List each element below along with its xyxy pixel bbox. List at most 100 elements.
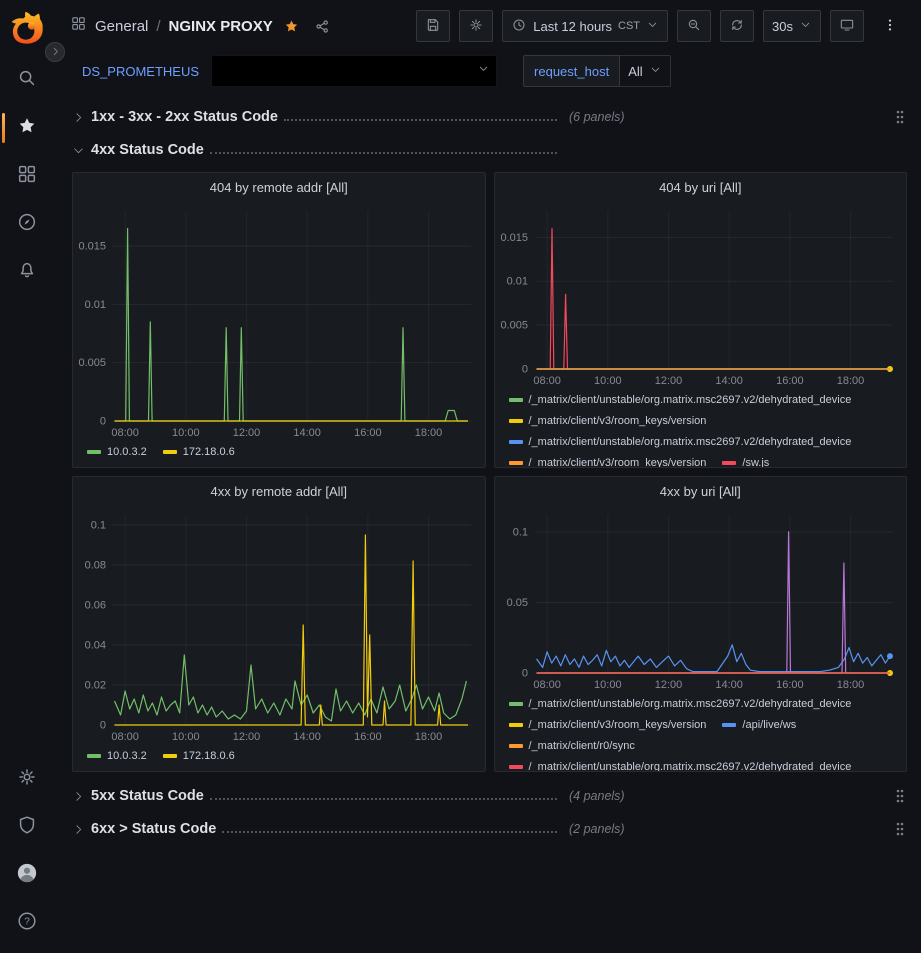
svg-text:0.06: 0.06: [85, 600, 106, 612]
panel-legend: 10.0.3.2 172.18.0.6: [73, 441, 485, 467]
svg-text:12:00: 12:00: [654, 375, 682, 387]
time-range-picker[interactable]: Last 12 hours CST: [502, 10, 668, 42]
legend-item[interactable]: /_matrix/client/v3/room_keys/version: [509, 454, 707, 467]
legend-item[interactable]: /sw.js: [722, 454, 769, 467]
drag-handle-icon[interactable]: [893, 107, 907, 127]
svg-text:18:00: 18:00: [836, 679, 864, 691]
share-icon[interactable]: [314, 18, 331, 35]
tv-mode-button[interactable]: [830, 10, 864, 42]
row-dots: [222, 823, 557, 833]
drag-handle-icon[interactable]: [893, 819, 907, 839]
svg-text:14:00: 14:00: [715, 679, 743, 691]
svg-text:0.005: 0.005: [78, 357, 106, 369]
svg-text:10:00: 10:00: [594, 375, 622, 387]
refresh-interval-picker[interactable]: 30s: [763, 10, 821, 42]
sidebar-item-configuration[interactable]: [0, 755, 54, 803]
panel-title[interactable]: 4xx by remote addr [All]: [73, 477, 485, 505]
drag-handle-icon[interactable]: [893, 786, 907, 806]
sidebar-item-explore[interactable]: [0, 200, 54, 248]
refresh-button[interactable]: [720, 10, 754, 42]
legend-item[interactable]: 10.0.3.2: [87, 443, 147, 461]
row-6xx[interactable]: 6xx > Status Code (2 panels): [72, 815, 907, 843]
dashboards-grid-icon: [16, 163, 38, 190]
sidebar-item-profile[interactable]: [0, 851, 54, 899]
legend-swatch: [87, 754, 101, 758]
legend-item[interactable]: /_matrix/client/unstable/org.matrix.msc2…: [509, 433, 852, 451]
dashboard-settings-button[interactable]: [459, 10, 493, 42]
svg-text:0.01: 0.01: [506, 276, 527, 288]
legend-swatch: [509, 398, 523, 402]
clock-icon: [511, 17, 527, 36]
row-panel-count: (4 panels): [569, 789, 625, 803]
time-range-label: Last 12 hours: [533, 19, 612, 34]
legend-item[interactable]: 172.18.0.6: [163, 747, 235, 765]
panel-title[interactable]: 4xx by uri [All]: [495, 477, 907, 505]
apps-icon: [70, 15, 87, 37]
sidebar-item-search[interactable]: [0, 56, 54, 104]
help-circle-icon: ?: [16, 910, 38, 937]
favorite-star-icon[interactable]: [283, 18, 300, 35]
row-5xx[interactable]: 5xx Status Code (4 panels): [72, 782, 907, 810]
timeseries-chart[interactable]: 08:0010:0012:0014:0016:0018:0000.020.040…: [73, 505, 485, 745]
kebab-menu-icon: [882, 17, 898, 36]
legend-label: /_matrix/client/unstable/org.matrix.msc2…: [529, 433, 852, 451]
legend-swatch: [509, 461, 523, 465]
panel-grid: 404 by remote addr [All] 08:0010:0012:00…: [72, 172, 907, 772]
sidebar-item-help[interactable]: ?: [0, 899, 54, 947]
panel-title[interactable]: 404 by uri [All]: [495, 173, 907, 201]
save-icon: [425, 17, 441, 36]
legend-label: /_matrix/client/r0/sync: [529, 737, 635, 755]
legend-item[interactable]: /_matrix/client/v3/room_keys/version: [509, 412, 707, 430]
legend-item[interactable]: 172.18.0.6: [163, 443, 235, 461]
legend-swatch: [509, 744, 523, 748]
grafana-logo[interactable]: [8, 8, 46, 46]
legend-swatch: [722, 723, 736, 727]
toolbar-actions: Last 12 hours CST 30s: [416, 10, 907, 42]
timeseries-chart[interactable]: 08:0010:0012:0014:0016:0018:0000.0050.01…: [73, 201, 485, 441]
svg-text:16:00: 16:00: [354, 731, 382, 743]
svg-text:16:00: 16:00: [354, 427, 382, 439]
legend-item[interactable]: /_matrix/client/r0/sync: [509, 737, 635, 755]
main-area: General / NGINX PROXY: [54, 0, 921, 953]
gear-icon: [16, 766, 38, 793]
legend-label: 10.0.3.2: [107, 747, 147, 765]
row-4xx[interactable]: 4xx Status Code: [72, 136, 907, 164]
save-dashboard-button[interactable]: [416, 10, 450, 42]
chevron-down-icon: [646, 18, 659, 34]
datasource-variable-select[interactable]: [211, 55, 497, 87]
legend-item[interactable]: 10.0.3.2: [87, 747, 147, 765]
panel-legend: /_matrix/client/unstable/org.matrix.msc2…: [495, 693, 907, 771]
svg-text:0: 0: [521, 364, 527, 376]
breadcrumb-folder[interactable]: General: [95, 18, 148, 35]
svg-text:0.08: 0.08: [85, 560, 106, 572]
breadcrumb-separator: /: [156, 18, 160, 35]
timeseries-chart[interactable]: 08:0010:0012:0014:0016:0018:0000.0050.01…: [495, 201, 907, 389]
datasource-variable-label[interactable]: DS_PROMETHEUS: [82, 64, 199, 79]
svg-text:18:00: 18:00: [836, 375, 864, 387]
legend-swatch: [509, 765, 523, 769]
sidebar-item-server-admin[interactable]: [0, 803, 54, 851]
panel-title[interactable]: 404 by remote addr [All]: [73, 173, 485, 201]
panel-404-by-uri: 404 by uri [All] 08:0010:0012:0014:0016:…: [494, 172, 908, 468]
request-host-select[interactable]: All: [620, 55, 670, 87]
legend-item[interactable]: /_matrix/client/unstable/org.matrix.msc2…: [509, 695, 852, 713]
panel-4xx-by-remote-addr: 4xx by remote addr [All] 08:0010:0012:00…: [72, 476, 486, 772]
compass-icon: [16, 211, 38, 238]
legend-item[interactable]: /_matrix/client/unstable/org.matrix.msc2…: [509, 758, 852, 771]
kebab-menu-button[interactable]: [873, 10, 907, 42]
legend-item[interactable]: /_matrix/client/unstable/org.matrix.msc2…: [509, 391, 852, 409]
sidebar-expand-button[interactable]: [45, 42, 65, 62]
svg-text:16:00: 16:00: [776, 679, 804, 691]
svg-text:0.05: 0.05: [506, 597, 527, 609]
legend-item[interactable]: /api/live/ws: [722, 716, 796, 734]
svg-text:0: 0: [100, 416, 106, 428]
timeseries-chart[interactable]: 08:0010:0012:0014:0016:0018:0000.050.1: [495, 505, 907, 693]
sidebar-item-dashboards[interactable]: [0, 152, 54, 200]
sidebar-item-alerting[interactable]: [0, 248, 54, 296]
legend-item[interactable]: /_matrix/client/v3/room_keys/version: [509, 716, 707, 734]
zoom-out-button[interactable]: [677, 10, 711, 42]
svg-text:12:00: 12:00: [233, 731, 261, 743]
chevron-right-icon: [72, 823, 85, 836]
sidebar-item-starred[interactable]: [0, 104, 54, 152]
row-1xx-3xx-2xx[interactable]: 1xx - 3xx - 2xx Status Code (6 panels): [72, 103, 907, 131]
